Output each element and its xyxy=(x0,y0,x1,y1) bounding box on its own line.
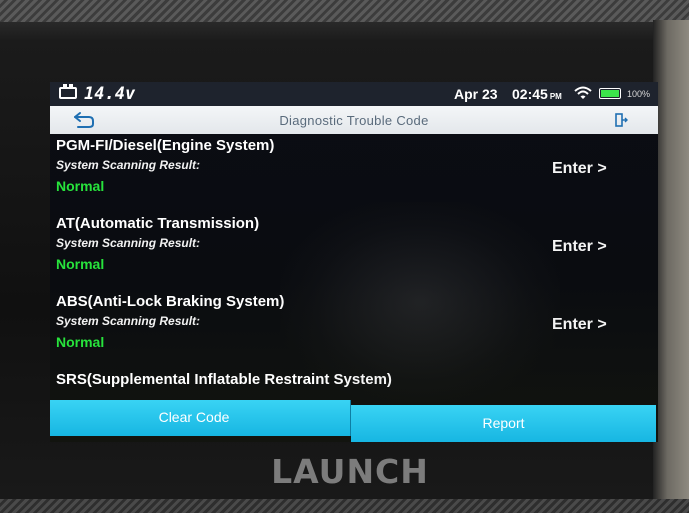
status-time-ampm: PM xyxy=(549,92,562,101)
wifi-icon xyxy=(574,86,592,105)
action-bar: Clear Code Report xyxy=(50,400,658,442)
battery-voltage: 14.4v xyxy=(84,84,136,104)
scan-result-label: System Scanning Result: xyxy=(56,158,201,172)
system-item-transmission[interactable]: AT(Automatic Transmission) System Scanni… xyxy=(50,212,658,290)
system-name: AT(Automatic Transmission) xyxy=(56,215,260,232)
system-name: ABS(Anti-Lock Braking System) xyxy=(56,293,285,310)
status-bar: 14.4v Apr 23 02:45 PM 100% xyxy=(50,82,658,106)
status-time: 02:45 PM xyxy=(512,86,562,102)
scan-result-value: Normal xyxy=(56,256,105,272)
enter-button-engine[interactable]: Enter > xyxy=(552,160,607,178)
scan-result-label: System Scanning Result: xyxy=(56,236,201,250)
status-time-value: 02:45 xyxy=(512,86,548,102)
system-name: PGM-FI/Diesel(Engine System) xyxy=(56,137,275,154)
system-item-engine[interactable]: PGM-FI/Diesel(Engine System) System Scan… xyxy=(50,134,658,212)
status-date: Apr 23 xyxy=(454,86,498,102)
scan-result-label: System Scanning Result: xyxy=(56,314,201,328)
page-title: Diagnostic Trouble Code xyxy=(279,113,429,128)
device-bezel-top xyxy=(0,0,689,22)
report-button[interactable]: Report xyxy=(351,405,656,442)
scan-result-value: Normal xyxy=(56,334,105,350)
enter-button-transmission[interactable]: Enter > xyxy=(552,238,607,256)
scan-result-value: Normal xyxy=(56,178,105,194)
enter-button-abs[interactable]: Enter > xyxy=(552,316,607,334)
system-name: SRS(Supplemental Inflatable Restraint Sy… xyxy=(56,371,392,388)
battery-level-fill xyxy=(601,90,619,97)
device-screen: 14.4v Apr 23 02:45 PM 100% Diagnostic Tro… xyxy=(50,82,658,442)
device-bezel-bottom xyxy=(0,499,689,513)
system-item-abs[interactable]: ABS(Anti-Lock Braking System) System Sca… xyxy=(50,290,658,368)
car-battery-icon xyxy=(59,84,77,99)
system-list: PGM-FI/Diesel(Engine System) System Scan… xyxy=(50,134,658,400)
battery-percent: 100% xyxy=(627,89,651,99)
device-bezel-right xyxy=(653,20,689,513)
battery-icon xyxy=(599,88,621,99)
system-item-srs[interactable]: SRS(Supplemental Inflatable Restraint Sy… xyxy=(50,368,658,400)
brand-logo: LAUNCH xyxy=(271,452,429,491)
title-bar: Diagnostic Trouble Code xyxy=(50,106,658,134)
exit-icon[interactable] xyxy=(613,112,629,128)
clear-code-button[interactable]: Clear Code xyxy=(50,400,351,436)
